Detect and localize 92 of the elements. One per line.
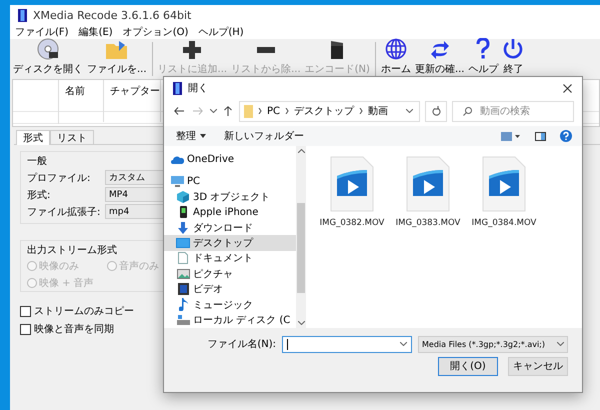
- toolbar-button[interactable]: 整理: [170, 129, 212, 143]
- chevron-right-icon: [285, 108, 290, 114]
- nav-item[interactable]: ビデオ: [164, 282, 296, 298]
- group-title: 一般: [27, 155, 47, 168]
- address-bar[interactable]: PC デスクトップ 動画: [239, 100, 420, 122]
- field-label: ファイル拡張子:: [27, 206, 102, 218]
- view-icon[interactable]: [501, 132, 521, 140]
- toolbar-button[interactable]: 更新の確...: [412, 42, 466, 76]
- chevron-right-icon: [258, 108, 262, 114]
- nav-item[interactable]: OneDrive: [164, 152, 296, 168]
- video-file-icon: [482, 156, 526, 212]
- file-type-dropdown[interactable]: Media Files (*.3gp;*.3g2;*.avi;): [418, 336, 568, 352]
- film-icon: [178, 283, 188, 296]
- monitor-icon: [170, 176, 184, 187]
- preview-pane-icon[interactable]: [535, 132, 546, 140]
- scrollbar[interactable]: [296, 146, 306, 328]
- toolbar-button[interactable]: 新しいフォルダー: [218, 129, 310, 143]
- field-label: プロファイル:: [27, 172, 92, 184]
- power-icon: [502, 38, 524, 60]
- arrow-up-icon: [224, 106, 232, 116]
- checkbox[interactable]: 映像と音声を同期: [20, 322, 114, 336]
- nav-item[interactable]: ピクチャ: [164, 266, 296, 282]
- chevron-down-icon[interactable]: [298, 321, 304, 325]
- phone-icon: [180, 206, 186, 218]
- field-label: 形式:: [27, 188, 52, 202]
- menu-item[interactable]: ファイル(F): [15, 25, 69, 39]
- refresh-icon: [430, 40, 450, 60]
- toolbar-button[interactable]: 終了: [500, 42, 526, 76]
- cloud-icon: [170, 156, 184, 164]
- file-name[interactable]: IMG_0383.MOV: [396, 218, 460, 228]
- path-segment[interactable]: PC: [267, 106, 280, 116]
- field-label: ファイル名(N):: [207, 338, 276, 351]
- caret-icon: [200, 134, 206, 138]
- cube-icon: [177, 190, 189, 203]
- arrow-right-icon: [193, 107, 203, 115]
- video-file-icon: [406, 156, 450, 212]
- file-name[interactable]: IMG_0382.MOV: [320, 218, 384, 228]
- toolbar-button[interactable]: ヘルプ: [466, 42, 500, 76]
- nav-item[interactable]: ローカル ディスク (C: [164, 312, 296, 328]
- nav-item[interactable]: ドキュメント: [164, 250, 296, 266]
- plus-icon: [182, 40, 202, 60]
- folder-icon: [244, 104, 253, 118]
- close-icon: [562, 84, 572, 92]
- chevron-down-icon[interactable]: [400, 342, 407, 346]
- nav-item[interactable]: デスクトップ: [164, 235, 296, 251]
- tab[interactable]: 形式: [16, 130, 50, 145]
- input-field[interactable]: [282, 336, 412, 352]
- tab[interactable]: リスト: [50, 130, 94, 144]
- column-header[interactable]: 名前: [59, 80, 104, 122]
- toolbar-button[interactable]: ディスクを開く: [11, 42, 85, 76]
- menu-item[interactable]: オプション(O): [122, 25, 188, 39]
- search-icon: [463, 106, 472, 116]
- chevron-down-icon[interactable]: [406, 109, 413, 113]
- drive-icon: [176, 315, 190, 326]
- nav-item[interactable]: ダウンロード: [164, 220, 296, 236]
- download-icon: [177, 222, 189, 234]
- nav-item[interactable]: ミュージック: [164, 297, 296, 313]
- clapper-icon: [329, 40, 346, 60]
- chevron-down-icon[interactable]: [557, 342, 564, 346]
- back-button[interactable]: [172, 107, 186, 115]
- music-note-icon: [178, 298, 188, 312]
- app-icon: [18, 8, 27, 22]
- desktop-icon: [176, 238, 190, 248]
- refresh-icon: [432, 106, 440, 116]
- window-title: XMedia Recode 3.6.1.6 64bit: [33, 8, 192, 22]
- dialog-title: 開く: [188, 82, 209, 95]
- dialog-button[interactable]: キャンセル: [508, 356, 568, 376]
- arrow-left-icon: [174, 107, 184, 115]
- dialog-button[interactable]: 開く(O): [438, 356, 498, 376]
- globe-icon: [384, 38, 407, 60]
- file-name[interactable]: IMG_0384.MOV: [472, 218, 536, 228]
- video-file-icon: [330, 156, 374, 212]
- search-field[interactable]: 動画の検索: [452, 100, 574, 122]
- help-icon: [475, 38, 492, 60]
- path-segment[interactable]: 動画: [368, 104, 388, 118]
- image-icon: [176, 268, 190, 279]
- column-header[interactable]: チャプター: [104, 80, 161, 122]
- document-icon: [178, 252, 188, 264]
- checkbox[interactable]: ストリームのみコピー: [20, 304, 134, 318]
- chevron-up-icon[interactable]: [298, 149, 304, 153]
- path-segment[interactable]: デスクトップ: [294, 104, 354, 118]
- toolbar-button[interactable]: ファイルを...: [85, 42, 149, 76]
- menu-item[interactable]: 編集(E): [78, 25, 113, 39]
- refresh-button[interactable]: [425, 100, 447, 122]
- chevron-right-icon: [359, 108, 364, 114]
- chevron-down-icon[interactable]: [210, 109, 217, 113]
- group-title: 出力ストリーム形式: [27, 244, 117, 257]
- dialog-icon: [173, 82, 182, 94]
- menu-item[interactable]: ヘルプ(H): [198, 25, 244, 39]
- up-button[interactable]: [222, 106, 234, 116]
- help-icon[interactable]: [560, 130, 572, 142]
- folder-icon: [104, 40, 129, 60]
